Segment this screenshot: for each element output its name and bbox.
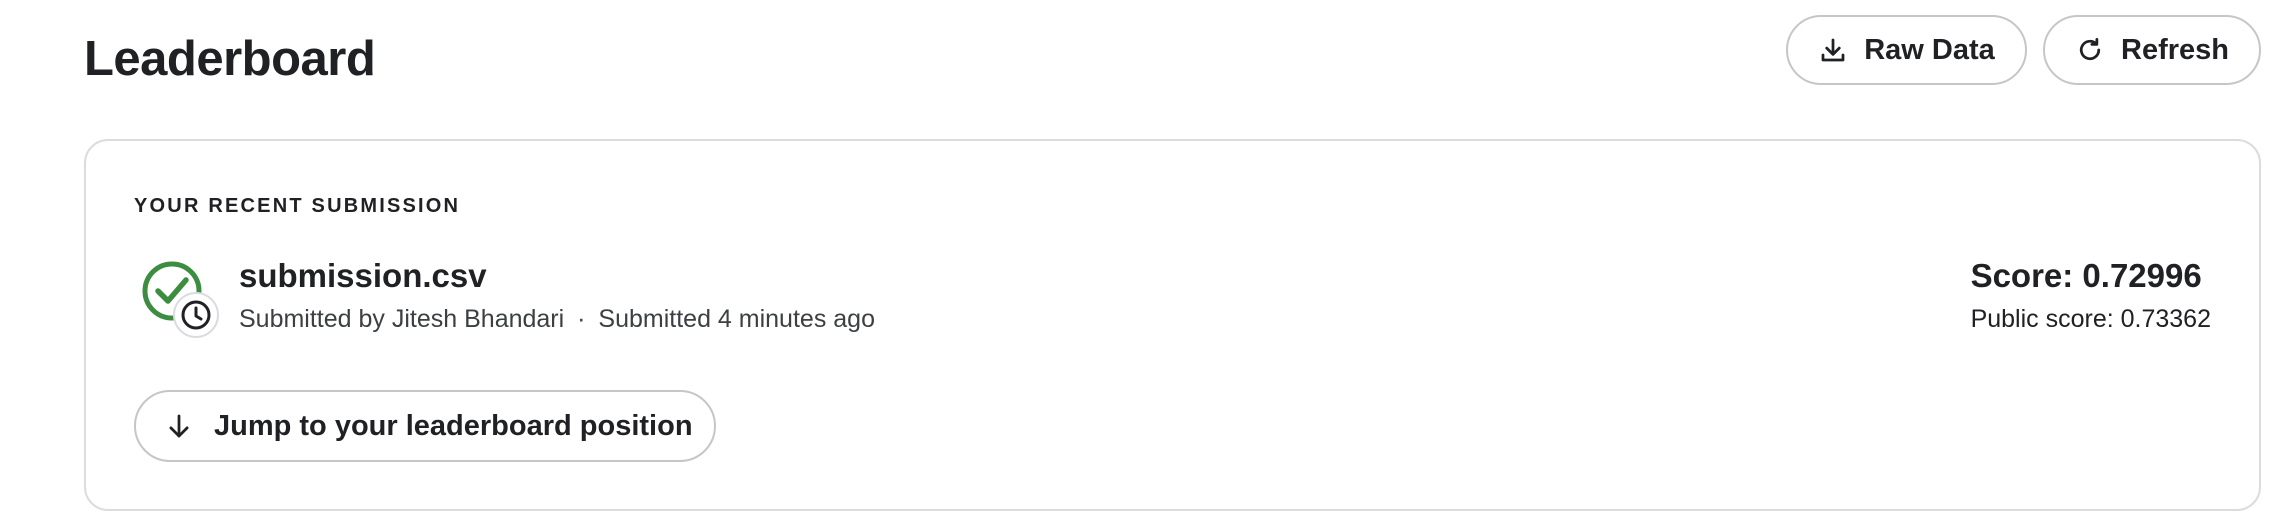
- public-score: Public score: 0.73362: [1970, 305, 2211, 333]
- refresh-label: Refresh: [2121, 33, 2229, 66]
- page-title: Leaderboard: [84, 32, 376, 86]
- submitted-by: Submitted by Jitesh Bhandari: [239, 305, 565, 333]
- arrow-down-icon: [164, 411, 194, 441]
- submitted-time: Submitted 4 minutes ago: [598, 305, 875, 333]
- score-block: Score: 0.72996 Public score: 0.73362: [1971, 255, 2211, 336]
- recent-submission-card: YOUR RECENT SUBMISSION submission.csv Su…: [84, 139, 2261, 511]
- submission-status-icon: [140, 259, 220, 339]
- raw-data-button[interactable]: Raw Data: [1786, 15, 2027, 85]
- refresh-button[interactable]: Refresh: [2043, 15, 2261, 85]
- submission-meta: Submitted by Jitesh Bhandari · Submitted…: [239, 302, 875, 336]
- clock-icon: [173, 292, 219, 338]
- section-label: YOUR RECENT SUBMISSION: [134, 195, 461, 217]
- score: Score: 0.72996: [1970, 257, 2202, 294]
- jump-label: Jump to your leaderboard position: [214, 409, 693, 442]
- raw-data-label: Raw Data: [1864, 33, 1995, 66]
- download-icon: [1818, 35, 1848, 65]
- meta-separator: ·: [577, 305, 586, 333]
- submission-file-name: submission.csv: [239, 257, 487, 294]
- refresh-icon: [2075, 35, 2105, 65]
- jump-to-position-button[interactable]: Jump to your leaderboard position: [134, 390, 716, 462]
